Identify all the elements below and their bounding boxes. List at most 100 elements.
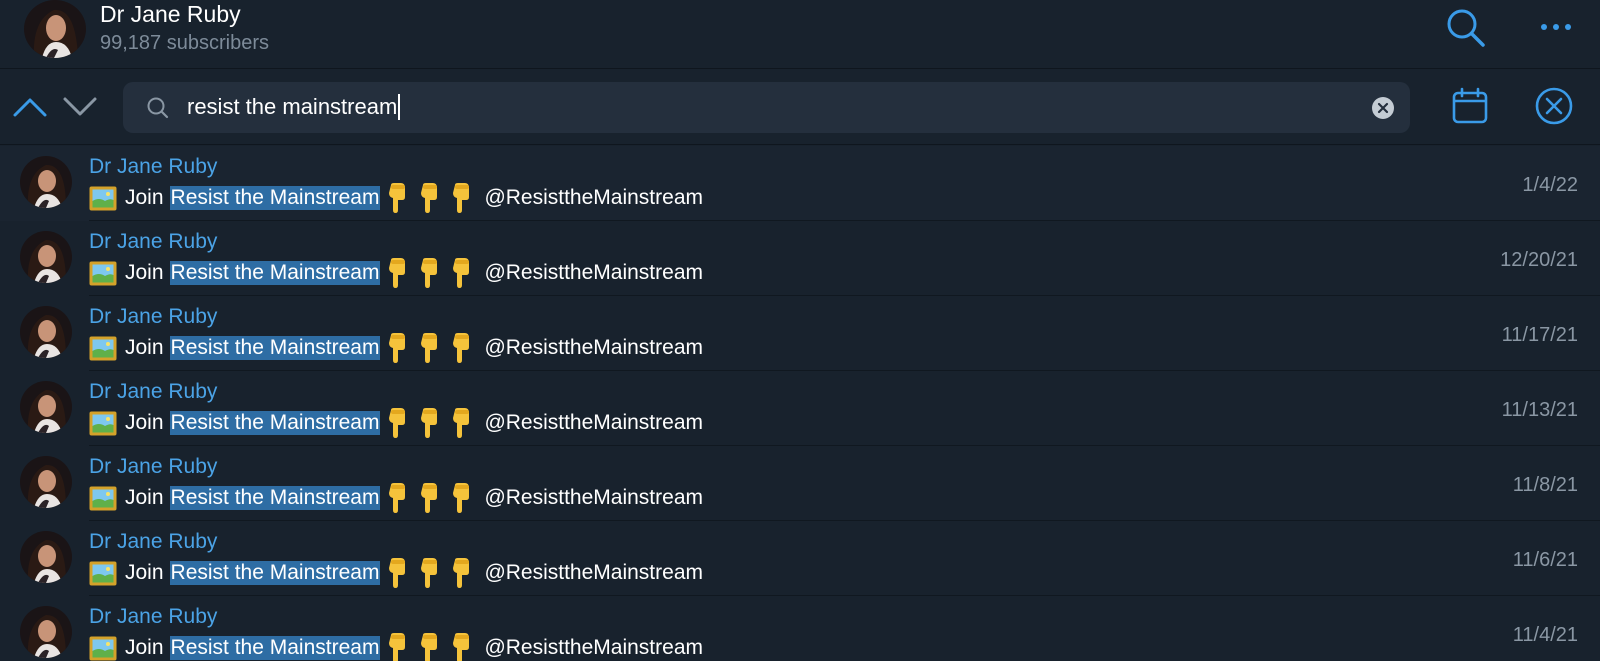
message-preview: Join Resist the Mainstream @ResisttheMai… [89,633,703,661]
pointing-down-icon [418,483,440,513]
search-input[interactable]: resist the mainstream [123,82,1410,133]
sender-avatar [20,456,72,508]
message-prefix: Join [125,636,164,659]
framed-picture-icon [89,411,117,436]
sender-name: Dr Jane Ruby [89,455,218,478]
message-prefix: Join [125,411,164,434]
message-preview: Join Resist the Mainstream @ResisttheMai… [89,333,703,363]
channel-mention[interactable]: @ResisttheMainstream [484,486,703,510]
message-prefix: Join [125,486,164,509]
channel-mention[interactable]: @ResisttheMainstream [484,186,703,210]
channel-mention[interactable]: @ResisttheMainstream [484,336,703,360]
chevron-down-icon[interactable] [62,94,98,120]
framed-picture-icon [89,186,117,211]
message-date: 1/4/22 [1522,174,1578,196]
search-result-row[interactable]: Dr Jane Ruby Join Resist the Mainstream [0,296,1600,371]
more-icon[interactable] [1536,12,1576,42]
pointing-down-icon [386,558,408,588]
pointing-down-icon [450,333,472,363]
search-result-row[interactable]: Dr Jane Ruby Join Resist the Mainstream [0,146,1600,221]
clear-icon[interactable] [1371,96,1395,120]
message-prefix: Join [125,336,164,359]
channel-mention[interactable]: @ResisttheMainstream [484,411,703,435]
framed-picture-icon [89,336,117,361]
search-match-highlight: Resist the Mainstream [169,411,381,435]
search-match-highlight: Resist the Mainstream [169,336,381,360]
pointing-down-icon [450,558,472,588]
channel-mention[interactable]: @ResisttheMainstream [484,261,703,285]
pointing-down-icon [450,183,472,213]
search-result-row[interactable]: Dr Jane Ruby Join Resist the Mainstream [0,371,1600,446]
sender-name: Dr Jane Ruby [89,230,218,253]
framed-picture-icon [89,561,117,586]
sender-avatar [20,606,72,658]
message-date: 11/13/21 [1501,399,1578,421]
sender-name: Dr Jane Ruby [89,530,218,553]
search-icon[interactable] [1444,6,1488,50]
message-date: 11/6/21 [1512,549,1578,571]
search-match-highlight: Resist the Mainstream [169,186,381,210]
chat-header: Dr Jane Ruby 99,187 subscribers [0,0,1600,69]
pointing-down-icon [386,183,408,213]
pointing-down-icon [418,558,440,588]
text-caret [398,94,401,120]
search-result-row[interactable]: Dr Jane Ruby Join Resist the Mainstream [0,221,1600,296]
search-match-highlight: Resist the Mainstream [169,636,381,660]
search-result-row[interactable]: Dr Jane Ruby Join Resist the Mainstream [0,446,1600,521]
pointing-down-icon [386,633,408,661]
sender-avatar [20,231,72,283]
message-prefix: Join [125,561,164,584]
message-preview: Join Resist the Mainstream @ResisttheMai… [89,258,703,288]
pointing-down-icon [386,483,408,513]
message-prefix: Join [125,261,164,284]
sender-avatar [20,381,72,433]
framed-picture-icon [89,261,117,286]
channel-mention[interactable]: @ResisttheMainstream [484,636,703,660]
pointing-down-icon [450,258,472,288]
pointing-down-icon [418,258,440,288]
message-date: 12/20/21 [1500,249,1578,271]
sender-avatar [20,156,72,208]
search-results-list: Dr Jane Ruby Join Resist the Mainstream [0,146,1600,661]
channel-avatar[interactable] [24,0,86,58]
pointing-down-icon [418,333,440,363]
search-match-highlight: Resist the Mainstream [169,261,381,285]
search-query[interactable]: resist the mainstream [187,94,401,120]
framed-picture-icon [89,486,117,511]
pointing-down-icon [386,258,408,288]
search-result-row[interactable]: Dr Jane Ruby Join Resist the Mainstream [0,596,1600,661]
search-result-row[interactable]: Dr Jane Ruby Join Resist the Mainstream [0,521,1600,596]
message-preview: Join Resist the Mainstream @ResisttheMai… [89,408,703,438]
calendar-icon[interactable] [1452,87,1488,125]
message-date: 11/4/21 [1512,624,1578,646]
sender-avatar [20,306,72,358]
channel-mention[interactable]: @ResisttheMainstream [484,561,703,585]
sender-name: Dr Jane Ruby [89,605,218,628]
sender-name: Dr Jane Ruby [89,155,218,178]
search-query-text: resist the mainstream [187,94,398,119]
sender-name: Dr Jane Ruby [89,305,218,328]
sender-avatar [20,531,72,583]
pointing-down-icon [418,408,440,438]
message-prefix: Join [125,186,164,209]
search-toolbar: resist the mainstream [0,70,1600,145]
pointing-down-icon [450,483,472,513]
message-preview: Join Resist the Mainstream @ResisttheMai… [89,483,703,513]
close-circle-icon[interactable] [1534,86,1574,126]
pointing-down-icon [450,633,472,661]
message-preview: Join Resist the Mainstream @ResisttheMai… [89,183,703,213]
pointing-down-icon [418,183,440,213]
framed-picture-icon [89,636,117,661]
pointing-down-icon [450,408,472,438]
message-date: 11/17/21 [1501,324,1578,346]
message-preview: Join Resist the Mainstream @ResisttheMai… [89,558,703,588]
pointing-down-icon [386,408,408,438]
message-date: 11/8/21 [1512,474,1578,496]
search-match-highlight: Resist the Mainstream [169,561,381,585]
search-match-highlight: Resist the Mainstream [169,486,381,510]
channel-title[interactable]: Dr Jane Ruby [100,1,241,28]
pointing-down-icon [418,633,440,661]
sender-name: Dr Jane Ruby [89,380,218,403]
chevron-up-icon[interactable] [12,94,48,120]
subscriber-count: 99,187 subscribers [100,32,269,54]
